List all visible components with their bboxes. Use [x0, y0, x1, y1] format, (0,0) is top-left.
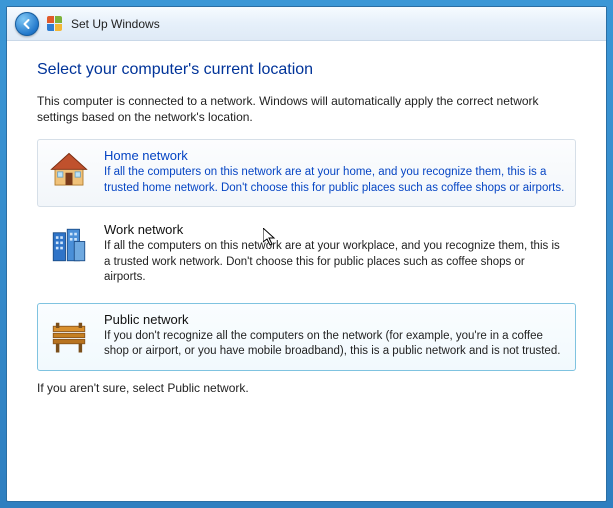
- option-public-desc: If you don't recognize all the computers…: [104, 329, 565, 360]
- option-work-title: Work network: [104, 222, 565, 237]
- office-buildings-icon: [48, 224, 90, 266]
- option-home-body: Home network If all the computers on thi…: [104, 148, 565, 196]
- window-frame: Set Up Windows Select your computer's cu…: [0, 0, 613, 508]
- option-work-network[interactable]: Work network If all the computers on thi…: [37, 213, 576, 297]
- back-arrow-icon: [20, 17, 34, 31]
- window-title: Set Up Windows: [71, 17, 160, 31]
- option-public-network[interactable]: Public network If you don't recognize al…: [37, 303, 576, 371]
- window-chrome: Set Up Windows Select your computer's cu…: [6, 6, 607, 502]
- option-work-desc: If all the computers on this network are…: [104, 239, 565, 286]
- content-area: Select your computer's current location …: [7, 41, 606, 501]
- back-button[interactable]: [15, 12, 39, 36]
- intro-text: This computer is connected to a network.…: [37, 93, 576, 125]
- option-public-title: Public network: [104, 312, 565, 327]
- footnote-text: If you aren't sure, select Public networ…: [37, 381, 576, 395]
- option-home-network[interactable]: Home network If all the computers on thi…: [37, 139, 576, 207]
- option-home-title: Home network: [104, 148, 565, 163]
- park-bench-icon: [48, 314, 90, 356]
- option-home-desc: If all the computers on this network are…: [104, 165, 565, 196]
- page-heading: Select your computer's current location: [37, 61, 576, 79]
- house-icon: [48, 150, 90, 192]
- option-work-body: Work network If all the computers on thi…: [104, 222, 565, 286]
- windows-flag-icon: [47, 16, 63, 32]
- titlebar: Set Up Windows: [7, 7, 606, 41]
- option-public-body: Public network If you don't recognize al…: [104, 312, 565, 360]
